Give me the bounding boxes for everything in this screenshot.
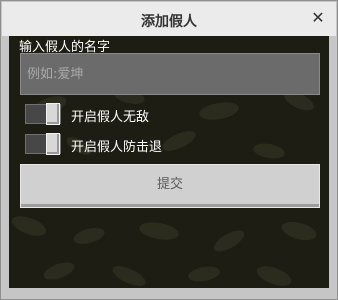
dialog-title: 添加假人 [141,14,197,30]
dialog-titlebar: 添加假人 ✕ [2,2,336,36]
invincible-toggle-label: 开启假人无敌 [71,110,150,125]
toggle-knob [46,133,60,155]
close-icon[interactable]: ✕ [308,8,328,28]
knockback-toggle[interactable] [25,133,61,155]
name-input[interactable] [20,53,320,95]
toggle-knob [46,103,60,125]
knockback-toggle-label: 开启假人防击退 [71,140,163,155]
add-dummy-dialog: 添加假人 ✕ 输入假人的名字 例如:爱坤 开启假人无敌 开启假人防击退 提交 [0,0,338,300]
submit-button[interactable]: 提交 [20,164,320,208]
dialog-content: 输入假人的名字 开启假人无敌 开启假人防击退 提交 [9,36,329,288]
invincible-toggle[interactable] [25,103,61,125]
